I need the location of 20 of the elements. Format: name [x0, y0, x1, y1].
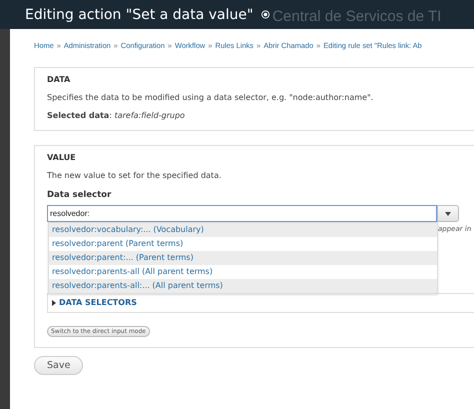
circle-icon[interactable]	[261, 10, 270, 19]
dropdown-button[interactable]	[437, 205, 459, 222]
expand-icon[interactable]	[52, 300, 56, 306]
caret-icon	[445, 212, 451, 216]
section-description: Specifies the data to be modified using a data selector, e.g. "node:author:name".	[47, 93, 374, 102]
suggestion-item[interactable]: resolvedor:parents-all (All parent terms)	[49, 265, 437, 279]
suggestion-item[interactable]: resolvedor:parent (Parent terms)	[49, 237, 437, 251]
selected-data-text: Selected data: tarefa:field-grupo	[47, 111, 186, 120]
page-title: Editing action "Set a data value"	[25, 6, 254, 22]
data-selector-field[interactable]: resolvedor:	[47, 205, 437, 222]
section-legend: DATA	[47, 75, 474, 84]
save-button[interactable]: Save	[34, 356, 84, 375]
suggestion-item[interactable]: resolvedor:parent:... (Parent terms)	[49, 251, 437, 265]
field-label: Data selector	[47, 190, 112, 200]
suggestion-item[interactable]: resolvedor:parents-all:... (All parent terms)	[49, 279, 437, 293]
suggestion-item[interactable]: resolvedor:vocabulary:... (Vocabulary)	[49, 223, 437, 237]
site-name: Central de Servicos de TI	[272, 8, 442, 25]
data-selectors-link[interactable]: DATA SELECTORS	[59, 298, 137, 307]
section-description: The new value to set for the specified data.	[47, 171, 222, 180]
section-legend: VALUE	[47, 153, 474, 162]
